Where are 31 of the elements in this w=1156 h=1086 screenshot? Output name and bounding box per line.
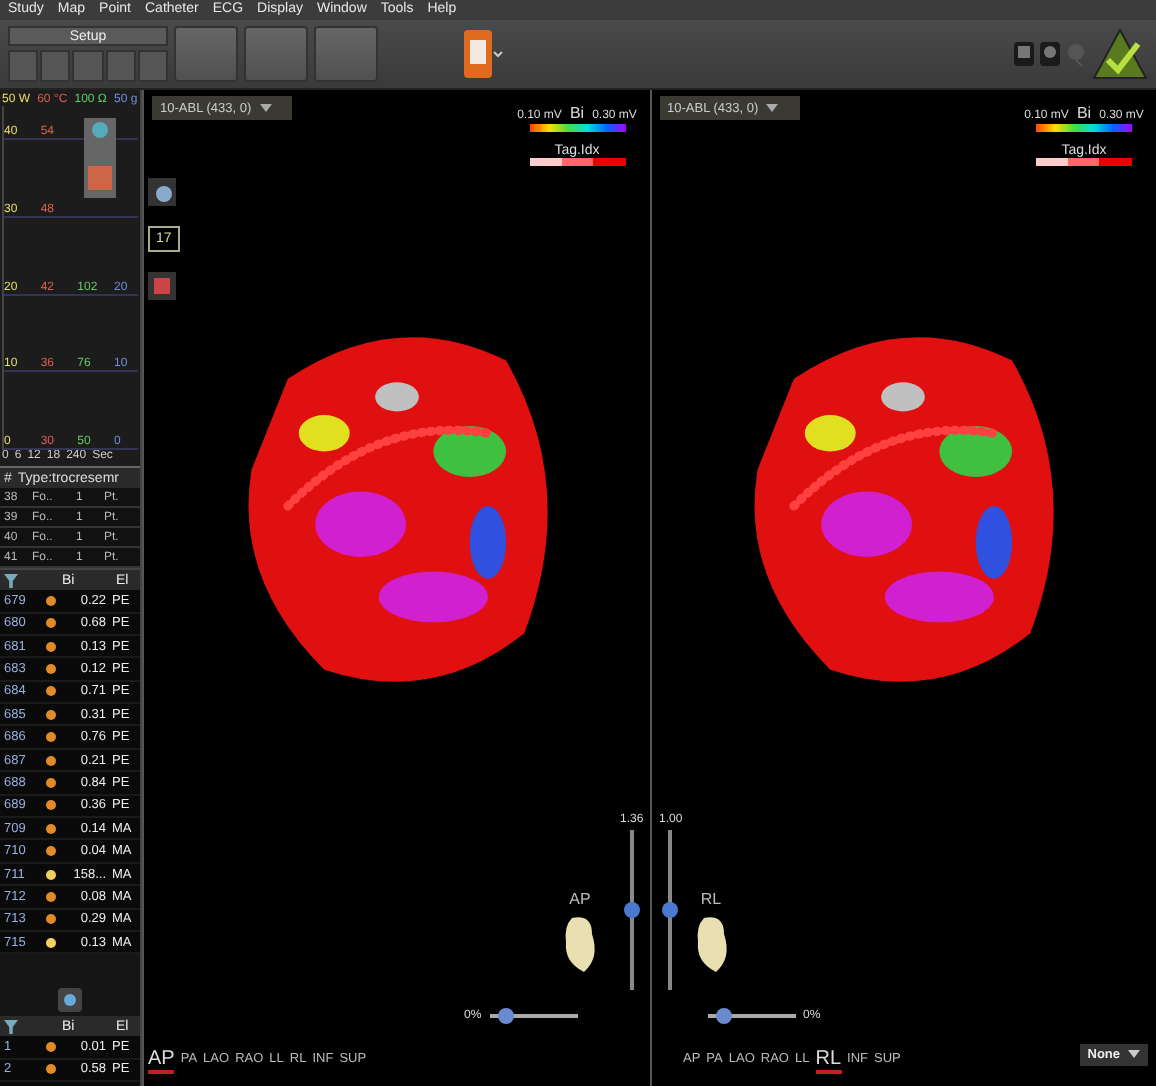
toolbar-button[interactable] [8,50,39,82]
monitor-icon[interactable] [1040,42,1060,66]
toolbar-button[interactable] [314,26,378,82]
zoom-slider[interactable] [629,830,634,990]
orientation-label: RL [700,890,722,908]
view-button[interactable]: RL [815,1048,842,1074]
caret-icon [766,103,779,112]
toolbar-button[interactable] [72,50,104,82]
filter-icon[interactable] [4,1019,18,1034]
heart-icon [560,914,600,974]
zoom-slider[interactable] [668,830,673,990]
monitor-icon[interactable] [1014,42,1034,66]
document-icon[interactable] [464,30,504,78]
toolbar-button[interactable] [244,26,308,82]
toolbar-button[interactable] [137,50,169,82]
tag-scale-bar [1036,158,1132,166]
points-tab-icon[interactable] [58,988,82,1013]
color-scale-bar [529,124,625,132]
caret-icon [259,103,272,112]
toolbar-button[interactable] [40,50,71,82]
tag-scale-bar [529,158,625,166]
toolbar-button[interactable] [174,26,238,82]
caret-icon [1128,1050,1140,1059]
color-scale-bar [1036,124,1132,132]
view-button[interactable]: AP [148,1048,175,1074]
filter-icon[interactable] [4,573,18,588]
toolbar-button[interactable] [105,50,136,82]
triangle-check-icon[interactable] [1092,28,1148,80]
legend-title: Bi [569,104,585,122]
legend-title: Bi [1076,104,1092,122]
orientation-label: AP [569,890,591,908]
